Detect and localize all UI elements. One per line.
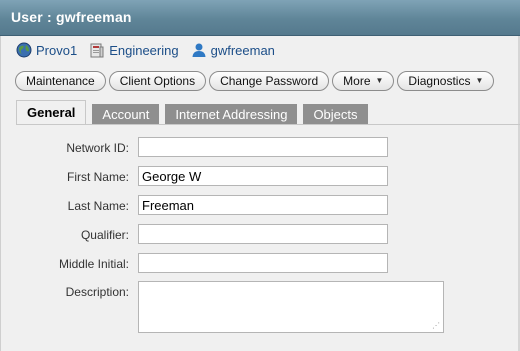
- folder-icon: [89, 42, 105, 58]
- first-name-field[interactable]: George W: [138, 166, 388, 186]
- diagnostics-menu-button[interactable]: Diagnostics ▼: [397, 71, 495, 91]
- window-titlebar: User : gwfreeman: [0, 0, 520, 36]
- last-name-label: Last Name:: [67, 199, 129, 213]
- globe-icon: [16, 42, 32, 58]
- user-icon: [191, 42, 207, 58]
- description-textarea[interactable]: ⋰: [138, 281, 444, 333]
- breadcrumb-item-gwfreeman[interactable]: gwfreeman: [191, 42, 275, 58]
- qualifier-label: Qualifier:: [80, 228, 129, 242]
- chevron-down-icon: ▼: [475, 76, 484, 85]
- tab-general[interactable]: General: [16, 100, 87, 125]
- breadcrumb-item-provo1[interactable]: Provo1: [16, 42, 77, 58]
- network-id-label: Network ID:: [66, 141, 129, 155]
- form-row-description: Description: ⋰: [0, 281, 520, 333]
- middle-initial-label: Middle Initial:: [58, 257, 129, 271]
- qualifier-field[interactable]: [138, 224, 388, 244]
- tab-account[interactable]: Account: [92, 104, 160, 125]
- tab-divider: [16, 124, 520, 125]
- middle-initial-field[interactable]: [138, 253, 388, 273]
- more-menu-button[interactable]: More ▼: [332, 71, 395, 91]
- client-options-label: Client Options: [119, 74, 196, 88]
- change-password-button[interactable]: Change Password: [209, 71, 330, 91]
- breadcrumb-label: Engineering: [109, 42, 179, 58]
- form-row-middle-initial: Middle Initial:: [0, 253, 520, 275]
- breadcrumb-label: gwfreeman: [210, 42, 275, 58]
- breadcrumb-label: Provo1: [36, 42, 78, 58]
- resize-grip-icon[interactable]: ⋰: [432, 322, 440, 330]
- diagnostics-label: Diagnostics: [408, 74, 471, 88]
- change-password-label: Change Password: [220, 74, 319, 88]
- window-title: User : gwfreeman: [11, 9, 132, 25]
- frame-border-left: [0, 36, 1, 351]
- maintenance-label: Maintenance: [26, 74, 95, 88]
- maintenance-button[interactable]: Maintenance: [15, 71, 106, 91]
- form-row-first-name: First Name: George W: [0, 166, 520, 188]
- breadcrumb: Provo1 Engineering gwfreeman: [16, 41, 287, 59]
- more-label: More: [343, 74, 371, 88]
- form-row-last-name: Last Name: Freeman: [0, 195, 520, 217]
- client-options-button[interactable]: Client Options: [108, 71, 207, 91]
- tab-internet-addressing[interactable]: Internet Addressing: [165, 104, 298, 125]
- tab-bar: General Account Internet Addressing Obje…: [16, 100, 374, 125]
- description-label: Description:: [65, 285, 129, 299]
- chevron-down-icon: ▼: [375, 76, 384, 85]
- action-toolbar: Maintenance Client Options Change Passwo…: [15, 71, 497, 91]
- tab-objects[interactable]: Objects: [303, 104, 368, 125]
- form-row-qualifier: Qualifier:: [0, 224, 520, 246]
- network-id-field[interactable]: [138, 137, 388, 157]
- last-name-field[interactable]: Freeman: [138, 195, 388, 215]
- first-name-label: First Name:: [66, 170, 129, 184]
- breadcrumb-item-engineering[interactable]: Engineering: [89, 42, 179, 58]
- form-row-network-id: Network ID:: [0, 137, 520, 159]
